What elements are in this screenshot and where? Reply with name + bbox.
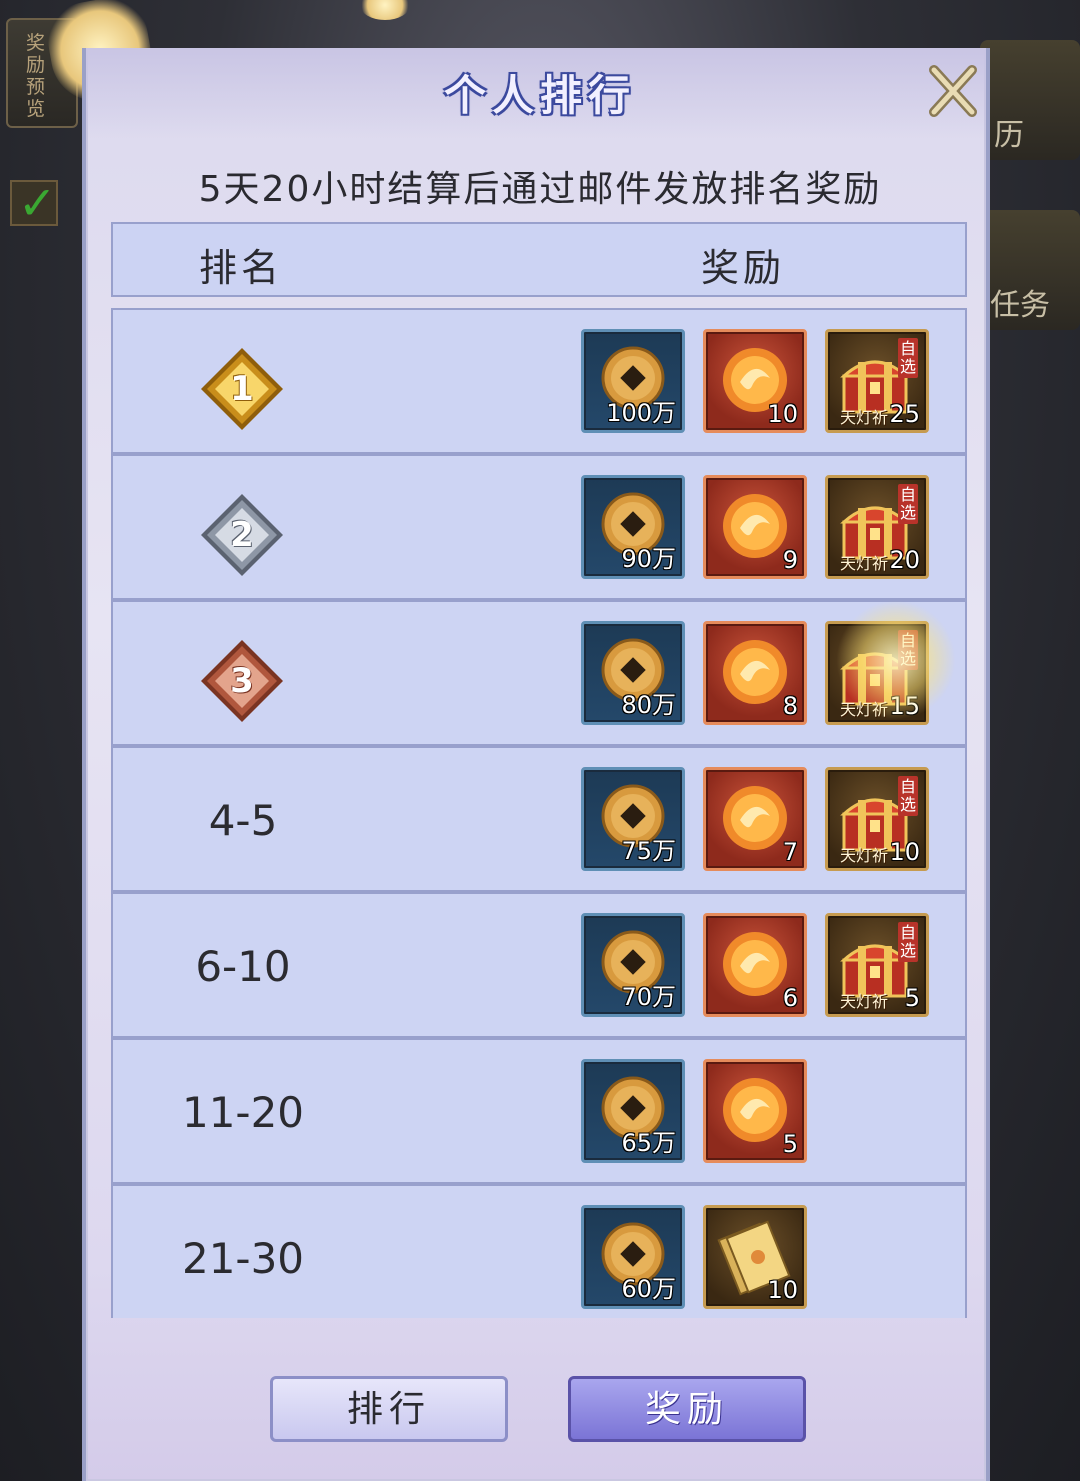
- reward-quantity: 70万: [621, 983, 676, 1011]
- reward-quantity: 5: [904, 984, 920, 1012]
- ranking-row: 4-5 75万 7 自选天灯祈 10: [113, 746, 965, 892]
- ranking-list[interactable]: 1 100万 10 自选 天灯祈 25 2 90万 9 自选 天灯祈 20 3 80万 8 自选 天灯祈 15 4-…: [111, 308, 967, 1318]
- chest-tag-label: 天灯祈: [840, 846, 889, 865]
- reward-item-coin[interactable]: 75万: [581, 767, 685, 871]
- ranking-row: 3 80万 8 自选天灯祈 15: [113, 600, 965, 746]
- self-pick-badge: 自选: [898, 776, 918, 816]
- ranking-row: 11-20 65万 5: [113, 1038, 965, 1184]
- chest-tag-label: 天灯祈: [840, 408, 889, 427]
- table-header: 排名 奖励: [111, 222, 967, 297]
- self-pick-badge: 自选: [898, 922, 918, 962]
- reward-quantity: 10: [767, 400, 798, 428]
- reward-item-coin[interactable]: 70万: [581, 913, 685, 1017]
- reward-item-orb[interactable]: 8: [703, 621, 807, 725]
- reward-quantity: 10: [767, 1276, 798, 1304]
- dialog-title: 个人排行: [443, 71, 636, 120]
- chest-tag-label: 天灯祈: [840, 700, 889, 719]
- reward-item-orb[interactable]: 7: [703, 767, 807, 871]
- tab-reward-button[interactable]: 奖励: [568, 1376, 806, 1442]
- rank-medal-gold-icon: 1: [199, 346, 285, 432]
- reward-item-coin[interactable]: 60万: [581, 1205, 685, 1309]
- reward-item-coin[interactable]: 100万: [581, 329, 685, 433]
- settlement-notice: 5天20小时结算后通过邮件发放排名奖励: [198, 169, 882, 210]
- reward-quantity: 90万: [621, 545, 676, 573]
- reward-quantity: 8: [782, 692, 798, 720]
- chest-tag-label: 天灯祈: [840, 992, 889, 1011]
- ranking-row: 6-10 70万 6 自选天灯祈 5: [113, 892, 965, 1038]
- self-pick-badge: 自选: [898, 338, 918, 378]
- reward-item-ticket[interactable]: 10: [703, 1205, 807, 1309]
- ranking-row: 21-30 60万 10: [113, 1184, 965, 1318]
- reward-item-orb[interactable]: 6: [703, 913, 807, 1017]
- tab-ranking-button[interactable]: 排行: [270, 1376, 508, 1442]
- rank-range: 4-5: [208, 796, 278, 845]
- reward-quantity: 60万: [621, 1275, 676, 1303]
- rank-range: 6-10: [195, 942, 291, 991]
- reward-quantity: 75万: [621, 837, 676, 865]
- reward-item-orb[interactable]: 5: [703, 1059, 807, 1163]
- rank-medal-bronze-icon: 3: [199, 638, 285, 724]
- rank-number: 3: [230, 661, 254, 701]
- reward-item-chest[interactable]: 自选天灯祈 5: [825, 913, 929, 1017]
- reward-item-chest[interactable]: 自选天灯祈 10: [825, 767, 929, 871]
- reward-item-chest[interactable]: 自选天灯祈 25: [825, 329, 929, 433]
- close-icon: [929, 65, 977, 117]
- rank-number: 1: [230, 369, 254, 409]
- reward-quantity: 20: [889, 546, 920, 574]
- reward-quantity: 9: [782, 546, 798, 574]
- reward-quantity: 5: [782, 1130, 798, 1158]
- ranking-row: 1 100万 10 自选天灯祈 25: [113, 308, 965, 454]
- chest-tag-label: 天灯祈: [840, 554, 889, 573]
- reward-item-orb[interactable]: 9: [703, 475, 807, 579]
- ranking-row: 2 90万 9 自选天灯祈 20: [113, 454, 965, 600]
- checkbox-icon[interactable]: [10, 176, 58, 230]
- reward-quantity: 15: [889, 692, 920, 720]
- reward-quantity: 7: [782, 838, 798, 866]
- reward-item-coin[interactable]: 65万: [581, 1059, 685, 1163]
- rank-number: 2: [230, 515, 254, 555]
- reward-quantity: 65万: [621, 1129, 676, 1157]
- reward-item-chest[interactable]: 自选天灯祈 20: [825, 475, 929, 579]
- reward-quantity: 10: [889, 838, 920, 866]
- reward-quantity: 6: [782, 984, 798, 1012]
- reward-quantity: 25: [889, 400, 920, 428]
- reward-quantity: 80万: [621, 691, 676, 719]
- self-pick-badge: 自选: [898, 630, 918, 670]
- side-button-tasks-label: 任务: [990, 288, 1050, 323]
- rank-medal-silver-icon: 2: [199, 492, 285, 578]
- reward-item-coin[interactable]: 90万: [581, 475, 685, 579]
- rank-range: 11-20: [181, 1088, 305, 1137]
- reward-item-coin[interactable]: 80万: [581, 621, 685, 725]
- rank-range: 21-30: [181, 1234, 305, 1283]
- header-rank: 排名: [199, 246, 284, 290]
- side-button-tasks[interactable]: 任务: [980, 210, 1080, 330]
- reward-item-orb[interactable]: 10: [703, 329, 807, 433]
- reward-quantity: 100万: [606, 399, 676, 427]
- header-reward: 奖励: [701, 246, 786, 290]
- self-pick-badge: 自选: [898, 484, 918, 524]
- lantern-icon: [360, 0, 410, 20]
- reward-item-chest[interactable]: 自选天灯祈 15: [825, 621, 929, 725]
- close-button[interactable]: [926, 62, 980, 120]
